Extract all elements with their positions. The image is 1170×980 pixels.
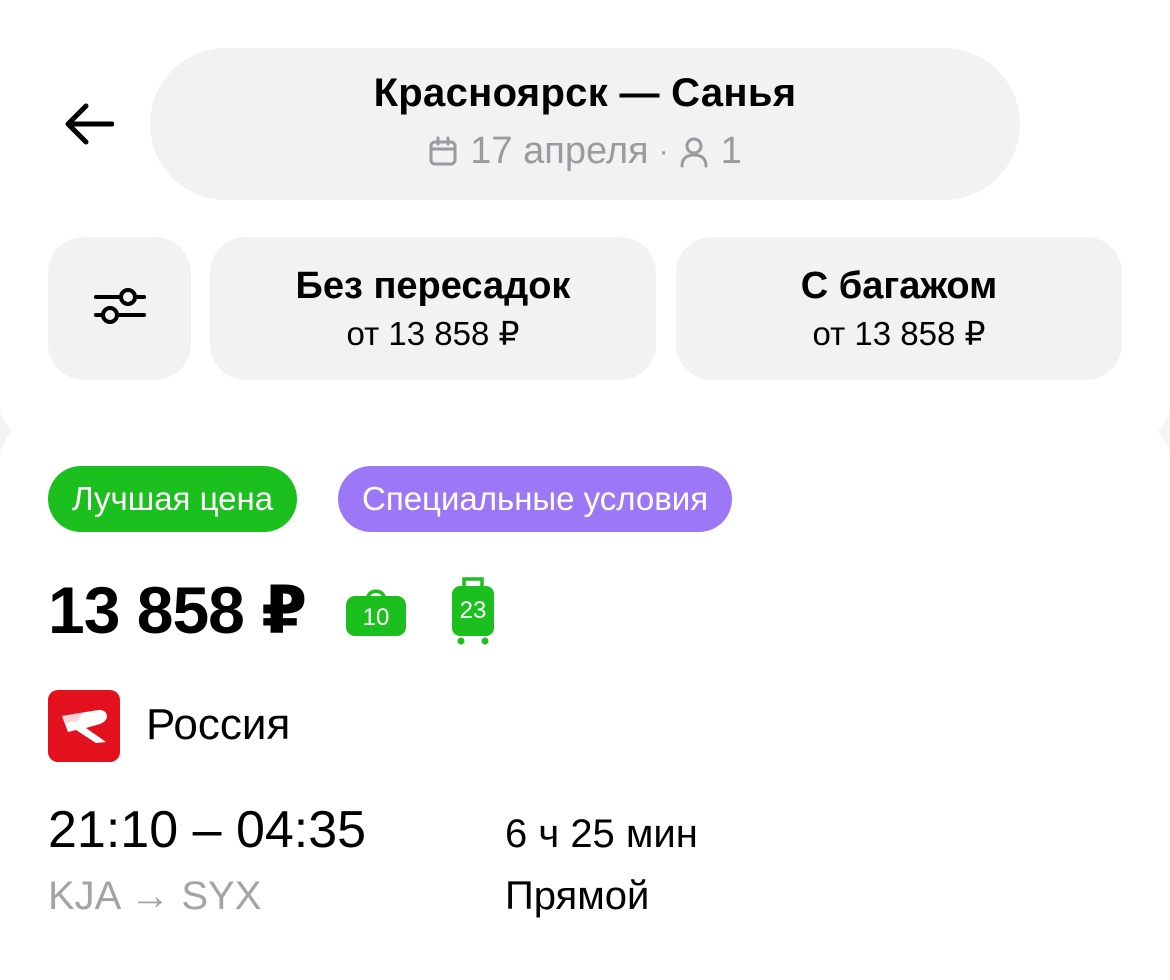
filter-chip-direct[interactable]: Без пересадок от 13 858 ₽ xyxy=(210,237,656,380)
filters-button[interactable] xyxy=(48,237,191,380)
baggage-icon: 23 xyxy=(450,576,496,651)
flight-stops: Прямой xyxy=(505,874,650,918)
search-header: Красноярск — Санья 17 апреля · 1 Без пер… xyxy=(0,0,1170,440)
chip-title: Без пересадок xyxy=(295,264,571,307)
separator: · xyxy=(658,134,669,168)
flight-duration: 6 ч 25 мин xyxy=(505,812,698,856)
baggage-weight: 23 xyxy=(460,597,487,624)
flight-times: 21:10 – 04:35 xyxy=(48,801,367,859)
chip-price: от 13 858 ₽ xyxy=(346,314,520,352)
calendar-icon xyxy=(428,136,458,168)
best-price-badge: Лучшая цена xyxy=(48,466,298,532)
airline-name: Россия xyxy=(146,700,291,749)
special-conditions-badge: Специальные условия xyxy=(338,466,733,532)
back-button[interactable] xyxy=(52,92,124,160)
chip-price: от 13 858 ₽ xyxy=(812,314,986,352)
hand-luggage-weight: 10 xyxy=(363,604,390,631)
route-title: Красноярск — Санья xyxy=(373,71,797,115)
offer-price: 13 858 ₽ xyxy=(48,573,307,647)
airline-logo xyxy=(48,690,120,762)
arrow-left-icon xyxy=(62,102,115,151)
sliders-icon xyxy=(93,284,146,333)
route-details: 17 апреля · 1 xyxy=(428,130,742,173)
route-summary[interactable]: Красноярск — Санья 17 апреля · 1 xyxy=(150,48,1020,200)
person-icon xyxy=(679,136,709,168)
passenger-count: 1 xyxy=(720,130,742,172)
chip-title: С багажом xyxy=(800,264,998,307)
hand-luggage-icon: 10 xyxy=(345,586,407,643)
travel-date: 17 апреля xyxy=(470,130,649,172)
filter-chip-baggage[interactable]: С багажом от 13 858 ₽ xyxy=(676,237,1122,380)
airport-codes: KJA → SYX xyxy=(48,874,262,918)
